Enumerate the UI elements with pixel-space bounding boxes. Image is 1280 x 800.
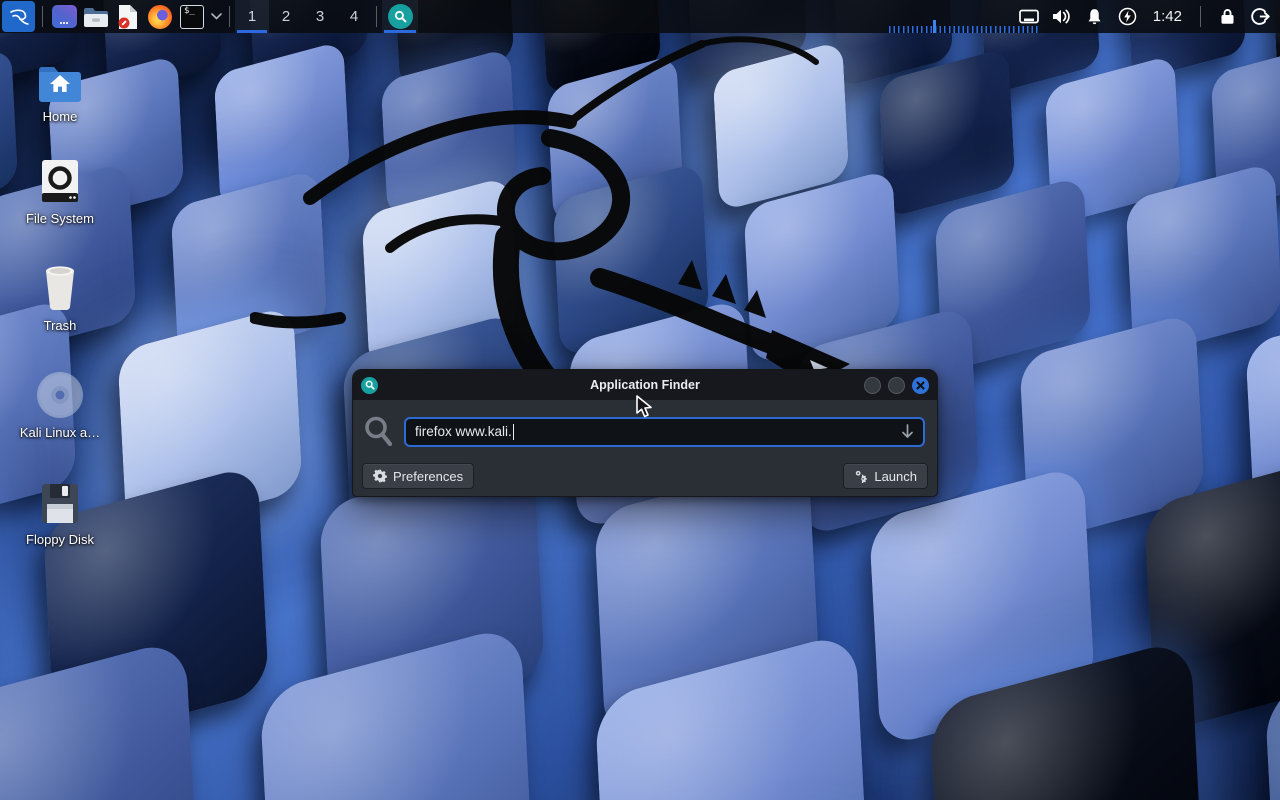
minimize-button[interactable] (864, 377, 881, 394)
wallpaper-cube (0, 637, 200, 800)
wallpaper-glitch-sparkline (889, 26, 1039, 33)
network-icon (1019, 9, 1039, 25)
home-folder-icon (37, 64, 83, 102)
maximize-button[interactable] (888, 377, 905, 394)
lock-screen-button[interactable] (1215, 5, 1239, 29)
launcher-dropdown-button[interactable] (208, 1, 224, 32)
hard-drive-icon (38, 158, 82, 204)
taskbar-application-finder[interactable] (382, 0, 418, 33)
workspace-3-label: 3 (316, 8, 324, 25)
history-dropdown-button[interactable] (901, 424, 914, 439)
launcher-text-editor[interactable] (112, 1, 144, 32)
close-icon (916, 381, 925, 390)
panel-separator (42, 6, 43, 27)
network-tray-button[interactable] (1017, 5, 1041, 29)
desktop-icon-label: Floppy Disk (26, 532, 94, 547)
search-icon (394, 10, 407, 23)
panel-separator (1200, 6, 1201, 27)
chevron-down-icon (211, 13, 222, 20)
launcher-file-manager[interactable] (80, 1, 112, 32)
volume-icon (1051, 8, 1072, 25)
desktop-icon-home[interactable]: Home (12, 54, 108, 124)
search-input-value: firefox www.kali. (415, 424, 512, 439)
terminal-prompt-glyph: $_ (184, 6, 195, 16)
desktop-icon-label: Kali Linux a… (20, 425, 100, 440)
mouse-cursor (634, 395, 656, 419)
launch-button-label: Launch (874, 469, 917, 484)
workspace-4-label: 4 (350, 8, 358, 25)
launch-gears-icon (854, 469, 868, 483)
preferences-button-label: Preferences (393, 469, 463, 484)
application-finder-window: Application Finder firefox www.kali. (352, 369, 938, 497)
search-icon (365, 380, 375, 390)
disc-icon (37, 372, 83, 418)
preferences-button[interactable]: Preferences (362, 463, 474, 489)
window-title: Application Finder (353, 378, 937, 392)
desktop-icon-file-system[interactable]: File System (12, 156, 108, 226)
logout-button[interactable] (1248, 5, 1272, 29)
desktop-icon-label: File System (26, 211, 94, 226)
terminal-icon: $_ (180, 5, 204, 29)
window-icon (52, 5, 77, 28)
workspace-1[interactable]: 1 (235, 0, 269, 33)
panel-clock[interactable]: 1:42 (1149, 8, 1186, 25)
panel-separator (229, 6, 230, 27)
panel-separator (376, 6, 377, 27)
notifications-bell-icon (1086, 8, 1103, 25)
application-finder-window-icon (361, 377, 378, 394)
desktop-icon-label: Trash (44, 318, 77, 333)
workspace-2-label: 2 (282, 8, 290, 25)
floppy-disk-icon (40, 482, 80, 525)
desktop-icon-kali-linux[interactable]: Kali Linux a… (12, 370, 108, 440)
search-icon (363, 415, 393, 448)
launcher-firefox[interactable] (144, 1, 176, 32)
power-manager-tray-button[interactable] (1116, 5, 1140, 29)
kali-logo-icon (7, 5, 31, 29)
text-caret (513, 424, 515, 440)
trash-can-icon (40, 264, 80, 311)
notifications-tray-button[interactable] (1083, 5, 1107, 29)
document-edit-icon (117, 4, 139, 30)
search-input[interactable]: firefox www.kali. (404, 417, 925, 447)
volume-tray-button[interactable] (1050, 5, 1074, 29)
launch-button[interactable]: Launch (843, 463, 928, 489)
workspace-3[interactable]: 3 (303, 0, 337, 33)
close-button[interactable] (912, 377, 929, 394)
system-tray: 1:42 (1017, 5, 1280, 29)
workspace-4[interactable]: 4 (337, 0, 371, 33)
desktop-icon-label: Home (43, 109, 78, 124)
launcher-window-app[interactable] (48, 1, 80, 32)
power-manager-icon (1118, 7, 1137, 26)
applications-menu-button[interactable] (2, 1, 35, 32)
gear-icon (373, 469, 387, 483)
folder-icon (83, 6, 109, 28)
firefox-icon (148, 5, 172, 29)
launcher-terminal[interactable]: $_ (176, 1, 208, 32)
workspace-2[interactable]: 2 (269, 0, 303, 33)
desktop-icon-floppy-disk[interactable]: Floppy Disk (12, 477, 108, 547)
arrow-down-icon (901, 424, 914, 439)
desktop-icon-trash[interactable]: Trash (12, 263, 108, 333)
lock-icon (1220, 8, 1235, 25)
top-panel: $_ 1 2 3 4 (0, 0, 1280, 33)
logout-icon (1251, 7, 1270, 26)
application-finder-task-icon (388, 4, 413, 29)
workspace-1-label: 1 (248, 8, 256, 25)
